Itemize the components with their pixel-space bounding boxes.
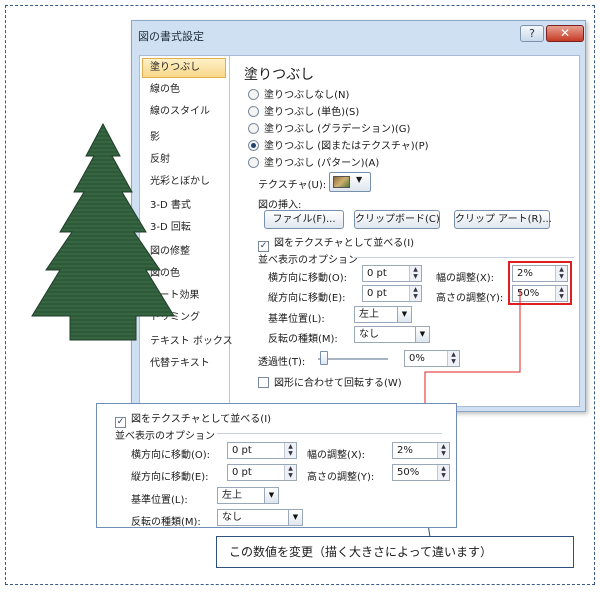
- chevron-down-icon[interactable]: ▼: [288, 510, 302, 525]
- zoom-tile-options-label: 並べ表示のオプション: [115, 431, 215, 442]
- zoom-tile-checkbox[interactable]: ✓ 図をテクスチャとして並べる(I): [115, 410, 271, 428]
- zoom-offset-x-input[interactable]: 0 pt ▲ ▼: [227, 442, 297, 459]
- alignment-value: 左上: [222, 490, 242, 501]
- scale-y-value: 50%: [397, 467, 420, 478]
- zoom-offset-x-label: 横方向に移動(O):: [131, 450, 211, 461]
- group-divider: [217, 433, 442, 434]
- zoom-alignment-label: 基準位置(L):: [131, 495, 188, 506]
- spinner-icon[interactable]: ▲ ▼: [284, 465, 296, 480]
- zoom-offset-y-label: 縦方向に移動(E):: [131, 472, 209, 483]
- zoom-scale-x-label: 幅の調整(X):: [307, 450, 366, 461]
- checkbox-label: 図をテクスチャとして並べる(I): [131, 414, 272, 425]
- zoom-alignment-dropdown[interactable]: 左上 ▼: [217, 487, 279, 504]
- scale-x-value: 2%: [397, 445, 413, 456]
- zoom-scale-y-label: 高さの調整(Y):: [307, 472, 375, 483]
- zoom-mirror-label: 反転の種類(M):: [131, 517, 201, 528]
- spinner-icon[interactable]: ▲ ▼: [437, 465, 449, 480]
- mirror-value: なし: [222, 512, 242, 523]
- chevron-down-icon[interactable]: ▼: [264, 488, 278, 503]
- zoom-offset-y-input[interactable]: 0 pt ▲ ▼: [227, 464, 297, 481]
- zoom-mirror-dropdown[interactable]: なし ▼: [217, 509, 303, 526]
- spinner-icon[interactable]: ▲ ▼: [437, 443, 449, 458]
- offset-y-value: 0 pt: [232, 467, 252, 478]
- offset-x-value: 0 pt: [232, 445, 252, 456]
- zoom-scale-x-input[interactable]: 2% ▲ ▼: [392, 442, 450, 459]
- zoom-scale-y-input[interactable]: 50% ▲ ▼: [392, 464, 450, 481]
- spinner-icon[interactable]: ▲ ▼: [284, 443, 296, 458]
- zoomed-tile-options: ✓ 図をテクスチャとして並べる(I) 並べ表示のオプション 横方向に移動(O): …: [96, 403, 457, 528]
- annotation-note: この数値を変更（描く大きさによって違います）: [216, 536, 574, 568]
